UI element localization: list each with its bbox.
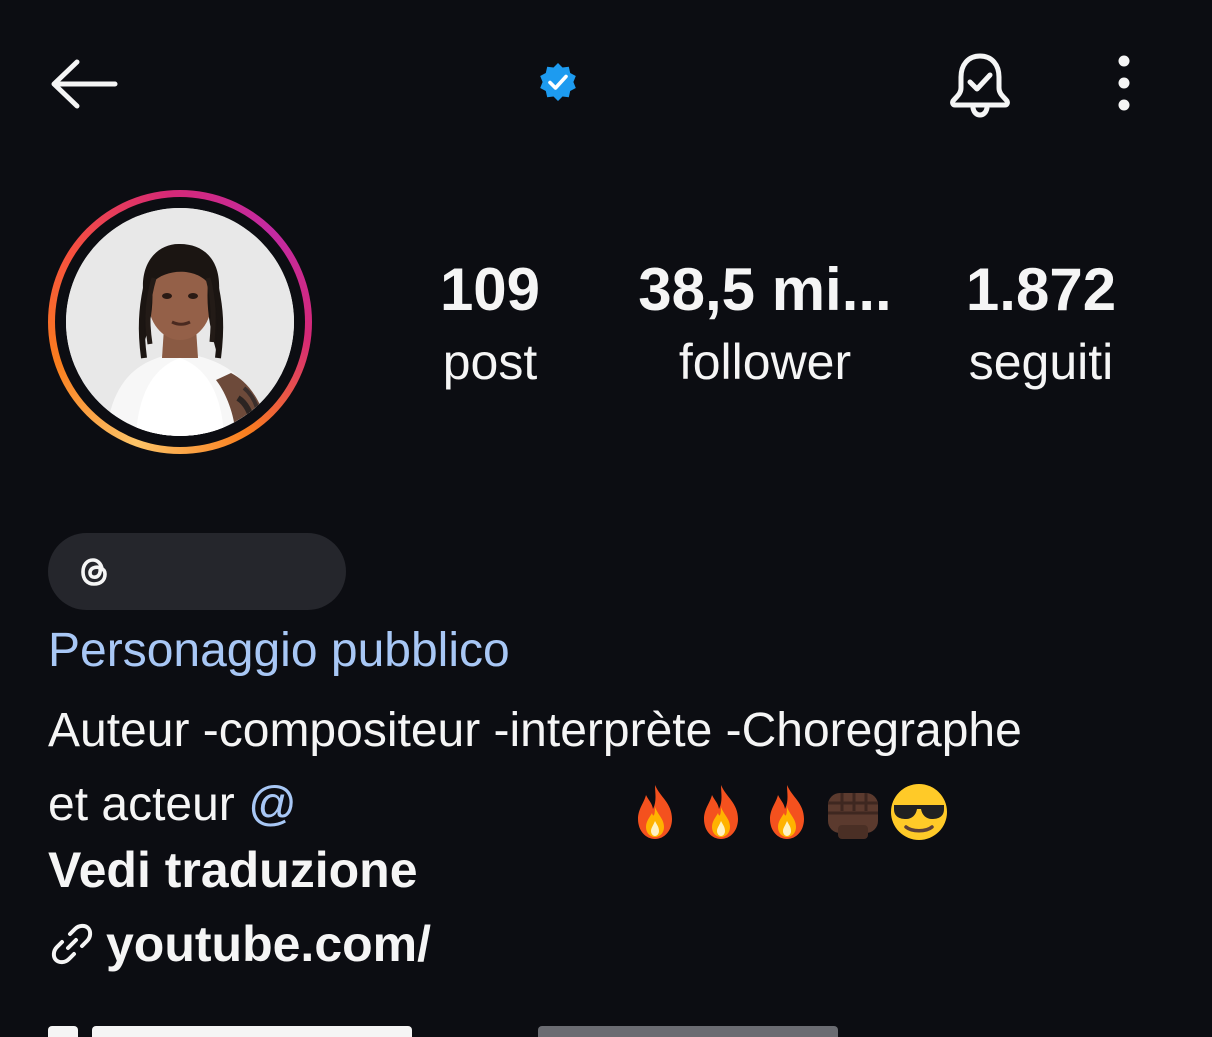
- bio-line-2: et acteur @: [48, 768, 1168, 842]
- stat-following[interactable]: 1.872 seguiti: [950, 254, 1132, 394]
- profile-link[interactable]: youtube.com/: [48, 912, 431, 976]
- bio-emojis: [622, 768, 952, 842]
- stat-following-value: 1.872: [965, 256, 1117, 323]
- stat-followers-label: follower: [678, 334, 852, 390]
- story-ring[interactable]: [48, 190, 312, 454]
- notifications-bell-button[interactable]: [944, 50, 1016, 120]
- bio-mention-link[interactable]: @: [248, 778, 297, 831]
- arrow-left-icon: [51, 59, 118, 109]
- fire-emoji-icon: [704, 785, 738, 839]
- link-icon: [51, 923, 93, 965]
- top-bar: [0, 0, 1212, 170]
- stat-posts-label: post: [442, 334, 538, 390]
- verified-badge-icon: [537, 61, 579, 103]
- bell-check-icon: [950, 53, 1010, 118]
- more-options-button[interactable]: [1104, 52, 1144, 114]
- see-translation-button[interactable]: Vedi traduzione: [48, 838, 418, 902]
- cutoff-row-shapes: [48, 1022, 948, 1037]
- cutoff-row: [48, 1022, 948, 1037]
- back-button[interactable]: [46, 56, 122, 112]
- bio-line-2-text: et acteur: [48, 778, 249, 831]
- avatar[interactable]: [66, 208, 294, 436]
- bio-line-1: Auteur -compositeur -interprète -Choregr…: [48, 704, 1022, 757]
- profile-photo: [66, 208, 294, 436]
- sunglasses-face-emoji-icon: [891, 784, 947, 840]
- more-vertical-icon: [1118, 55, 1130, 111]
- fire-emoji-icon: [770, 785, 804, 839]
- stat-following-label: seguiti: [968, 334, 1114, 390]
- profile-link-text: youtube.com/: [106, 916, 432, 972]
- threads-icon: [81, 558, 107, 586]
- fire-emoji-icon: [638, 785, 672, 839]
- profile-category: Personaggio pubblico: [48, 624, 510, 677]
- stat-posts[interactable]: 109 post: [430, 254, 550, 394]
- stat-followers-value: 38,5 mi...: [638, 256, 892, 323]
- threads-badge-button[interactable]: [48, 533, 346, 610]
- stat-posts-value: 109: [439, 256, 541, 323]
- profile-bio: Auteur -compositeur -interprète -Choregr…: [48, 694, 1168, 842]
- stat-followers[interactable]: 38,5 mi... follower: [630, 254, 900, 394]
- fist-emoji-icon: [828, 793, 878, 839]
